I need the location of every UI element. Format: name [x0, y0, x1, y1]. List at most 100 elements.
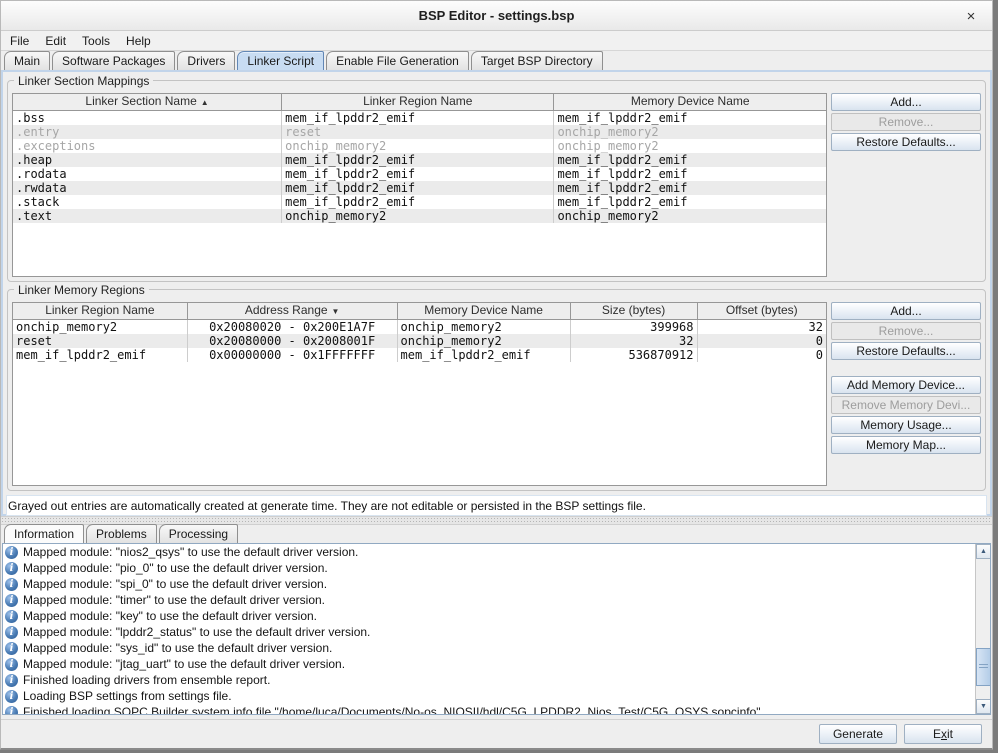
tab-enable-file-generation[interactable]: Enable File Generation	[326, 51, 469, 70]
remove-memory-devi-button[interactable]: Remove Memory Devi...	[831, 396, 981, 414]
column-header-linker-section-name[interactable]: Linker Section Name ▲	[13, 94, 282, 110]
log-row: i Mapped module: "sys_id" to use the defa…	[3, 640, 975, 656]
cell: 0x20080000 - 0x2008001F	[188, 334, 398, 348]
linker-script-pane: Linker Section Mappings Linker Section N…	[1, 70, 992, 516]
remove-button[interactable]: Remove...	[831, 322, 981, 340]
column-header-offset-bytes[interactable]: Offset (bytes)	[698, 303, 826, 319]
table-row[interactable]: onchip_memory20x20080020 - 0x200E1A7Fonc…	[13, 320, 826, 334]
table-row[interactable]: mem_if_lpddr2_emif0x00000000 - 0x1FFFFFF…	[13, 348, 826, 362]
log-message: Mapped module: "sys_id" to use the defau…	[23, 641, 332, 655]
log-message: Loading BSP settings from settings file.	[23, 689, 232, 703]
memory-regions-table: Linker Region NameAddress Range▼ Memory D…	[12, 302, 827, 486]
cell: mem_if_lpddr2_emif	[282, 195, 554, 209]
cell: .heap	[13, 153, 282, 167]
info-icon: i	[5, 610, 18, 623]
cell: mem_if_lpddr2_emif	[398, 348, 571, 362]
column-label: Linker Region Name	[363, 94, 472, 108]
exit-button[interactable]: Exit	[904, 724, 982, 744]
info-icon: i	[5, 658, 18, 671]
table-row[interactable]: .rodatamem_if_lpddr2_emifmem_if_lpddr2_e…	[13, 167, 826, 181]
console-tab-bar: InformationProblemsProcessing	[1, 525, 992, 543]
log-row: iMapped module: "jtag_uart" to use the d…	[3, 656, 975, 672]
info-icon: i	[5, 690, 18, 703]
add-button[interactable]: Add...	[831, 302, 981, 320]
add-memory-device-button[interactable]: Add Memory Device...	[831, 376, 981, 394]
table-row[interactable]: .rwdatamem_if_lpddr2_emifmem_if_lpddr2_e…	[13, 181, 826, 195]
menu-file[interactable]: File	[2, 32, 37, 50]
scroll-down-icon[interactable]: ▼	[976, 699, 991, 714]
cell: .rodata	[13, 167, 282, 181]
table-row[interactable]: .bssmem_if_lpddr2_emifmem_if_lpddr2_emif	[13, 111, 826, 125]
console-tab-problems[interactable]: Problems	[86, 524, 157, 543]
log-row: iMapped module: "spi_0" to use the defau…	[3, 576, 975, 592]
cell: 32	[698, 320, 826, 334]
log-row: iMapped module: "pio_0" to use the defau…	[3, 560, 975, 576]
table-header: Linker Region NameAddress Range▼ Memory D…	[13, 303, 826, 320]
cell: onchip_memory2	[282, 139, 554, 153]
tab-linker-script[interactable]: Linker Script	[237, 51, 324, 70]
log-row: i Mapped module: "key" to use the default…	[3, 608, 975, 624]
log-message: Mapped module: "key" to use the default …	[23, 609, 317, 623]
info-icon: i	[5, 578, 18, 591]
table-row[interactable]: .exceptionsonchip_memory2onchip_memory2	[13, 139, 826, 153]
info-icon: i	[5, 642, 18, 655]
button-gap	[831, 362, 981, 376]
column-label: Memory Device Name	[424, 303, 543, 317]
cell: onchip_memory2	[554, 209, 826, 223]
column-header-linker-region-name[interactable]: Linker Region Name	[13, 303, 188, 319]
cell: reset	[282, 125, 554, 139]
tab-software-packages[interactable]: Software Packages	[52, 51, 175, 70]
cell: mem_if_lpddr2_emif	[282, 181, 554, 195]
cell: .rwdata	[13, 181, 282, 195]
close-icon[interactable]: ×	[962, 7, 980, 25]
add-button[interactable]: Add...	[831, 93, 981, 111]
column-header-memory-device-name[interactable]: Memory Device Name	[398, 303, 571, 319]
column-header-linker-region-name[interactable]: Linker Region Name	[282, 94, 554, 110]
menu-tools[interactable]: Tools	[74, 32, 118, 50]
tab-target-bsp-directory[interactable]: Target BSP Directory	[471, 51, 603, 70]
console-tab-information[interactable]: Information	[4, 524, 84, 543]
window-title: BSP Editor - settings.bsp	[419, 8, 575, 23]
scroll-up-icon[interactable]: ▲	[976, 544, 991, 559]
tab-drivers[interactable]: Drivers	[177, 51, 235, 70]
cell: mem_if_lpddr2_emif	[554, 111, 826, 125]
column-label: Linker Section Name	[85, 94, 196, 108]
table-row[interactable]: reset0x20080000 - 0x2008001Fonchip_memor…	[13, 334, 826, 348]
cell: 0	[698, 334, 826, 348]
restore-defaults-button[interactable]: Restore Defaults...	[831, 342, 981, 360]
table-row[interactable]: .entryresetonchip_memory2	[13, 125, 826, 139]
restore-defaults-button[interactable]: Restore Defaults...	[831, 133, 981, 151]
table-row[interactable]: .heapmem_if_lpddr2_emifmem_if_lpddr2_emi…	[13, 153, 826, 167]
table-row[interactable]: .textonchip_memory2onchip_memory2	[13, 209, 826, 223]
cell: onchip_memory2	[554, 139, 826, 153]
column-header-address-range[interactable]: Address Range▼	[188, 303, 398, 319]
section-mappings-table: Linker Section Name ▲ Linker Region Name Me…	[12, 93, 827, 277]
cell: .bss	[13, 111, 282, 125]
scrollbar-thumb[interactable]	[976, 648, 991, 686]
remove-button[interactable]: Remove...	[831, 113, 981, 131]
tab-main[interactable]: Main	[4, 51, 50, 70]
table-row[interactable]: .stackmem_if_lpddr2_emifmem_if_lpddr2_em…	[13, 195, 826, 209]
sort-asc-icon: ▲	[201, 98, 209, 107]
console-tab-processing[interactable]: Processing	[159, 524, 238, 543]
log-message: Mapped module: "nios2_qsys" to use the d…	[23, 545, 358, 559]
log-row: iFinished loading drivers from ensemble …	[3, 672, 975, 688]
generate-button[interactable]: Generate	[819, 724, 897, 744]
memory-usage-button[interactable]: Memory Usage...	[831, 416, 981, 434]
cell: mem_if_lpddr2_emif	[554, 153, 826, 167]
menu-help[interactable]: Help	[118, 32, 159, 50]
vertical-scrollbar[interactable]: ▲ ▼	[975, 544, 990, 714]
column-label: Offset (bytes)	[726, 303, 798, 317]
column-header-memory-device-name[interactable]: Memory Device Name	[554, 94, 826, 110]
cell: mem_if_lpddr2_emif	[282, 111, 554, 125]
log-list: i Mapped module: "nios2_qsys" to use the …	[3, 544, 975, 714]
column-header-size-bytes[interactable]: Size (bytes)	[571, 303, 698, 319]
memory-map-button[interactable]: Memory Map...	[831, 436, 981, 454]
group-title: Linker Memory Regions	[14, 283, 149, 297]
menu-edit[interactable]: Edit	[37, 32, 74, 50]
column-label: Address Range	[245, 303, 328, 317]
main-tab-bar: MainSoftware PackagesDriversLinker Scrip…	[1, 51, 992, 70]
cell: 0x20080020 - 0x200E1A7F	[188, 320, 398, 334]
cell: mem_if_lpddr2_emif	[554, 195, 826, 209]
cell: onchip_memory2	[554, 125, 826, 139]
